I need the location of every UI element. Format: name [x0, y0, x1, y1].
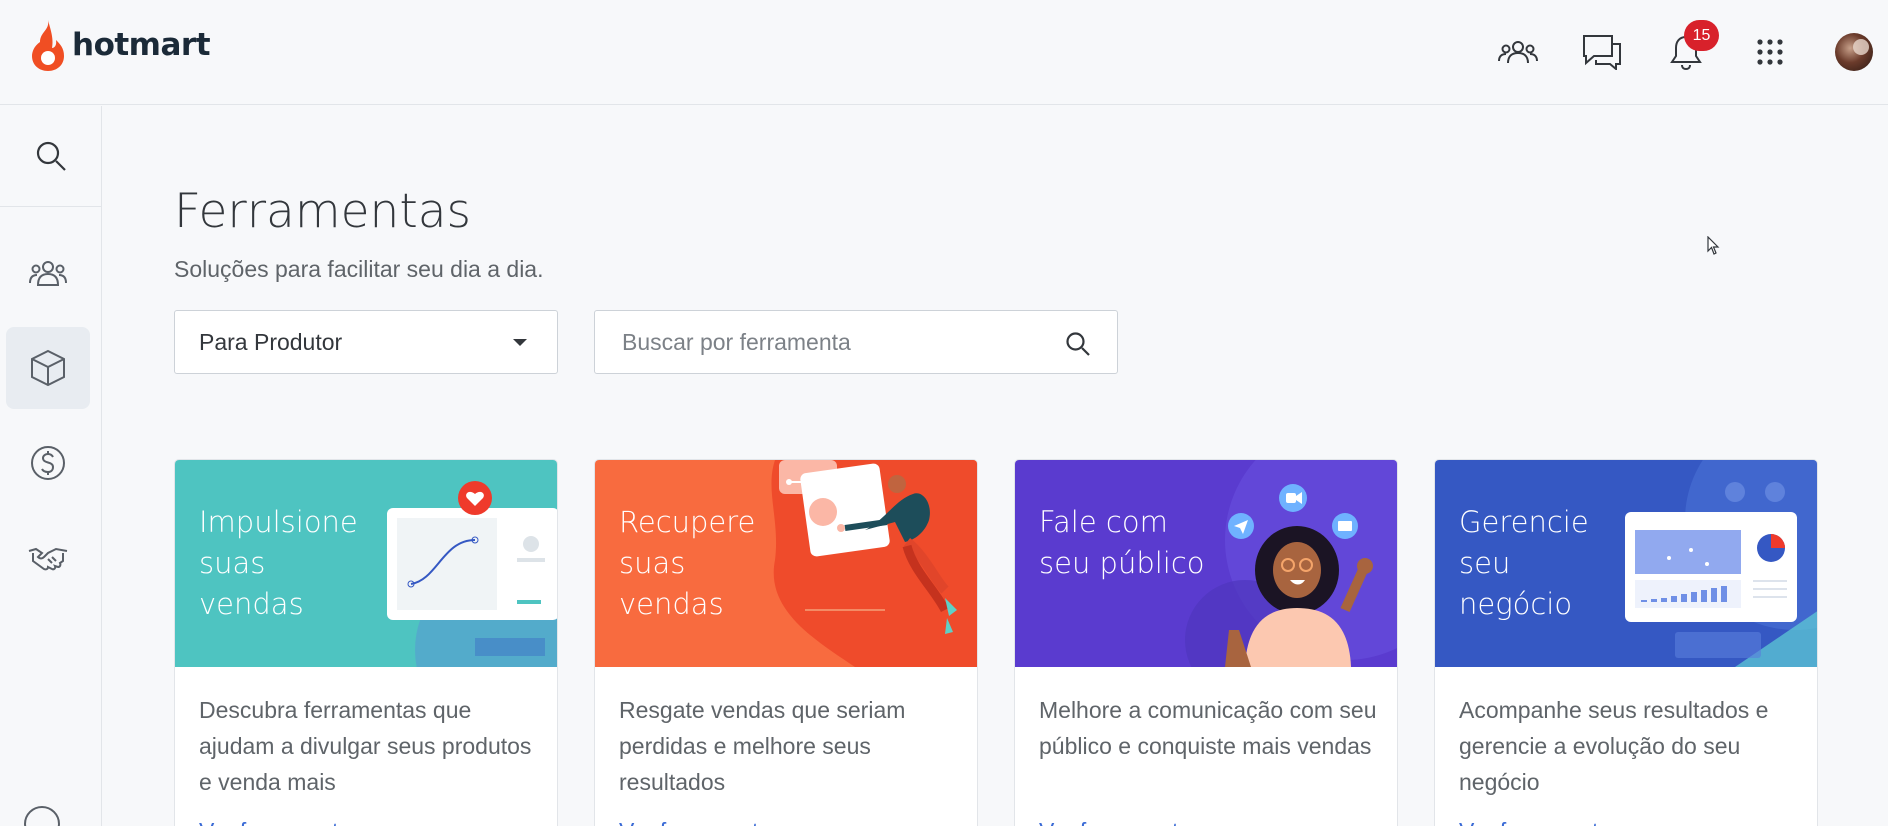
sidebar-item-products[interactable] — [6, 327, 90, 409]
flame-logo-icon — [32, 20, 64, 71]
sidebar-search-button[interactable] — [0, 106, 101, 207]
card-link[interactable]: Ver ferramentas › — [1459, 818, 1637, 826]
card-link[interactable]: Ver ferramentas › — [1039, 818, 1217, 826]
card-banner: Impulsione suas vendas — [175, 460, 557, 667]
chat-icon — [1583, 35, 1621, 70]
search-icon — [36, 141, 66, 171]
audience-select-value: Para Produtor — [199, 328, 343, 355]
box-icon — [31, 349, 65, 387]
apps-grid-icon — [1757, 39, 1783, 65]
page-title: Ferramentas — [174, 184, 472, 239]
sidebar-item-affiliates[interactable] — [6, 517, 90, 599]
card-recover-sales[interactable]: Recupere suas vendas Resgate vendas que … — [594, 459, 978, 826]
chat-button[interactable] — [1580, 30, 1624, 74]
card-promote-sales[interactable]: Impulsione suas vendas Descubra ferramen… — [174, 459, 558, 826]
card-link[interactable]: Ver ferramentas › — [199, 818, 377, 826]
card-title: Impulsione suas vendas — [199, 505, 358, 621]
community-button[interactable] — [1496, 30, 1540, 74]
card-talk-audience[interactable]: Fale com seu público Melhore a comunicaç… — [1014, 459, 1398, 826]
card-banner: Fale com seu público — [1015, 460, 1397, 667]
page-subtitle: Soluções para facilitar seu dia a dia. — [174, 256, 544, 282]
hotmart-logo[interactable]: hotmart — [30, 18, 211, 72]
top-header: hotmart 15 — [0, 0, 1888, 105]
audience-select[interactable]: Para Produtor — [174, 310, 558, 374]
card-description: Descubra ferramentas que ajudam a divulg… — [199, 697, 532, 795]
caret-down-icon — [513, 339, 527, 346]
card-banner: Recupere suas vendas — [595, 460, 977, 667]
card-title: Fale com seu público — [1039, 505, 1205, 580]
notification-badge: 15 — [1684, 20, 1719, 51]
card-description: Resgate vendas que seriam perdidas e mel… — [619, 697, 906, 795]
card-manage-business[interactable]: Gerencie seu negócio Acompanhe seus resu… — [1434, 459, 1818, 826]
main-content: Ferramentas Soluções para facilitar seu … — [174, 106, 1818, 826]
tool-search-box — [594, 310, 1118, 374]
apps-menu-button[interactable] — [1748, 30, 1792, 74]
sidebar-item-sales[interactable] — [6, 422, 90, 504]
users-icon — [29, 261, 67, 286]
mouse-cursor-icon — [1707, 236, 1720, 255]
logo-text: hotmart — [72, 27, 211, 63]
community-icon — [1498, 41, 1538, 64]
sidebar-help-icon[interactable] — [24, 806, 60, 826]
card-link[interactable]: Ver ferramentas › — [619, 818, 797, 826]
card-title: Gerencie seu negócio — [1459, 505, 1589, 621]
tool-search-input[interactable] — [595, 311, 1035, 373]
dollar-icon — [31, 446, 65, 480]
search-icon[interactable] — [1065, 331, 1091, 357]
sidebar — [0, 106, 102, 826]
card-title: Recupere suas vendas — [619, 505, 756, 621]
card-banner: Gerencie seu negócio — [1435, 460, 1817, 667]
handshake-icon — [28, 547, 68, 571]
card-description: Acompanhe seus resultados e gerencie a e… — [1459, 697, 1769, 795]
user-avatar[interactable] — [1835, 33, 1873, 71]
card-description: Melhore a comunicação com seu público e … — [1039, 697, 1377, 759]
sidebar-item-students[interactable] — [6, 232, 90, 314]
